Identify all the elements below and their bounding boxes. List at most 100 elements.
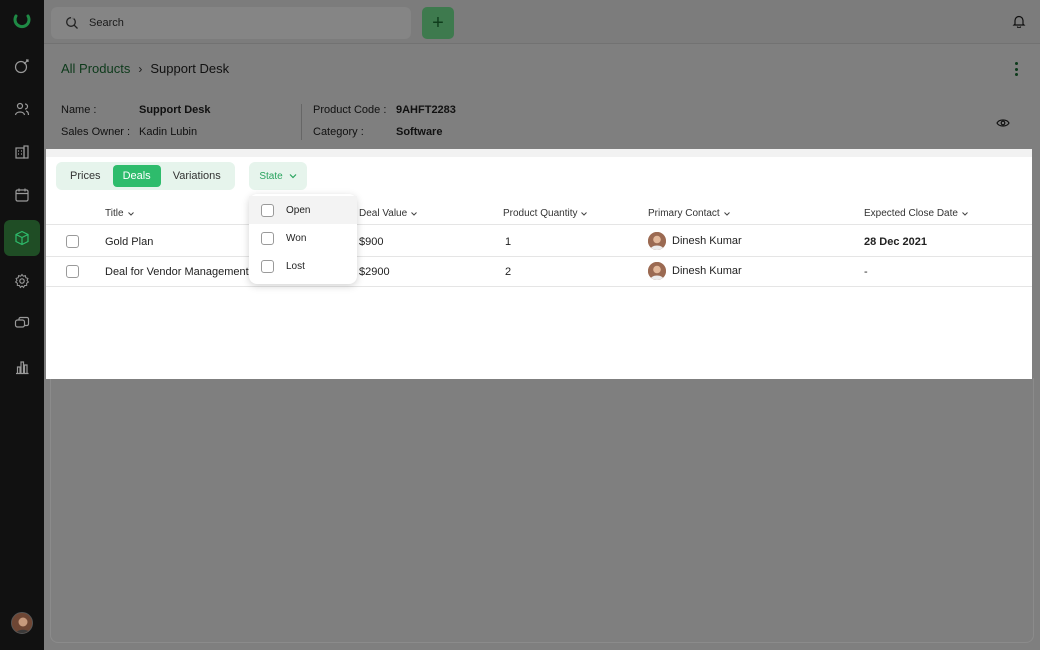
divider — [301, 104, 302, 140]
category-value: Software — [396, 126, 443, 138]
chevron-down-icon — [581, 211, 588, 216]
state-option-open[interactable]: Open — [249, 196, 357, 224]
row-checkbox[interactable] — [66, 235, 79, 248]
building-icon — [15, 145, 29, 159]
contact-name: Dinesh Kumar — [672, 235, 742, 247]
dollar-icon — [14, 59, 29, 74]
plus-icon: + — [432, 11, 444, 34]
cube-icon — [15, 230, 29, 246]
deal-contact[interactable]: Dinesh Kumar — [648, 262, 742, 280]
state-option-lost[interactable]: Lost — [249, 252, 357, 280]
chevron-down-icon — [411, 211, 418, 216]
chevron-down-icon — [962, 211, 968, 216]
eye-icon[interactable] — [996, 116, 1010, 130]
breadcrumb-link-all-products[interactable]: All Products — [61, 61, 130, 76]
option-label: Lost — [286, 260, 305, 272]
gear-icon — [14, 273, 30, 289]
search-input[interactable]: Search — [51, 7, 411, 39]
chat-icon — [14, 316, 30, 328]
info-code: Product Code : 9AHFT2283 — [313, 104, 456, 116]
sidebar — [0, 0, 44, 650]
column-header-primary-contact[interactable]: Primary Contact — [648, 208, 731, 219]
sidebar-item-companies[interactable] — [4, 134, 40, 170]
sidebar-item-messages[interactable] — [4, 306, 40, 342]
avatar-image-icon — [648, 232, 666, 250]
sidebar-item-products[interactable] — [4, 220, 40, 256]
breadcrumb: All Products › Support Desk — [61, 61, 229, 76]
chevron-down-icon — [127, 211, 134, 216]
option-checkbox[interactable] — [261, 203, 274, 217]
contact-name: Dinesh Kumar — [672, 265, 742, 277]
deal-quantity: 2 — [505, 266, 512, 278]
calendar-icon — [15, 188, 29, 202]
sidebar-item-deals[interactable] — [4, 48, 40, 84]
chevron-down-icon — [289, 174, 297, 179]
deal-close-date: - — [864, 266, 868, 278]
search-placeholder: Search — [89, 17, 124, 29]
tab-prices[interactable]: Prices — [60, 165, 111, 187]
deal-value: $900 — [359, 236, 384, 248]
option-label: Won — [286, 232, 307, 244]
search-icon — [66, 16, 78, 29]
column-title-label: Title — [105, 208, 124, 219]
state-dropdown-menu: Open Won Lost — [249, 194, 357, 284]
contacts-icon — [14, 102, 30, 116]
deal-close-date: 28 Dec 2021 — [864, 236, 927, 248]
contact-avatar — [648, 262, 666, 280]
owner-value: Kadin Lubin — [139, 126, 198, 138]
name-label: Name : — [61, 104, 97, 116]
tab-variations[interactable]: Variations — [163, 165, 231, 187]
column-header-product-quantity[interactable]: Product Quantity — [503, 208, 588, 219]
bell-icon[interactable] — [1012, 14, 1026, 28]
add-button[interactable]: + — [422, 7, 454, 39]
more-options-icon[interactable] — [1014, 62, 1018, 76]
column-contact-label: Primary Contact — [648, 208, 720, 219]
owner-label: Sales Owner : — [61, 126, 131, 138]
info-category: Category : Software — [313, 126, 442, 138]
tab-group: Prices Deals Variations — [56, 162, 235, 190]
option-label: Open — [286, 204, 311, 216]
deal-quantity: 1 — [505, 236, 512, 248]
user-avatar[interactable] — [11, 612, 33, 634]
column-quantity-label: Product Quantity — [503, 208, 578, 219]
code-value: 9AHFT2283 — [396, 104, 456, 116]
contact-avatar — [648, 232, 666, 250]
sidebar-item-settings[interactable] — [4, 263, 40, 299]
sidebar-item-contacts[interactable] — [4, 91, 40, 127]
name-value: Support Desk — [139, 104, 211, 116]
deal-title[interactable]: Deal for Vendor Management — [105, 266, 249, 278]
code-label: Product Code : — [313, 104, 387, 116]
info-name: Name : Support Desk — [61, 104, 211, 116]
tab-deals[interactable]: Deals — [112, 165, 161, 187]
chart-icon — [16, 361, 29, 375]
column-header-deal-value[interactable]: Deal Value — [359, 208, 418, 219]
state-option-won[interactable]: Won — [249, 224, 357, 252]
table-row[interactable]: Gold Plan $900 1 Dinesh Kumar 28 Dec 202… — [46, 227, 1032, 257]
state-filter-button[interactable]: State — [249, 162, 307, 190]
table-header: Title Deal Value Product Quantity Primar… — [46, 205, 1032, 225]
chevron-right-icon: › — [138, 61, 143, 76]
top-bar: Search + — [44, 0, 1040, 44]
deal-value: $2900 — [359, 266, 390, 278]
column-header-title[interactable]: Title — [105, 208, 135, 219]
avatar-image-icon — [648, 262, 666, 280]
state-filter-label: State — [259, 170, 283, 182]
sidebar-item-reports[interactable] — [4, 349, 40, 385]
column-close-date-label: Expected Close Date — [864, 208, 958, 219]
avatar-image-icon — [12, 613, 32, 633]
info-owner: Sales Owner : Kadin Lubin — [61, 126, 197, 138]
breadcrumb-current: Support Desk — [150, 61, 230, 76]
deal-title[interactable]: Gold Plan — [105, 236, 153, 248]
option-checkbox[interactable] — [261, 259, 274, 273]
logo-icon — [13, 14, 31, 29]
column-header-close-date[interactable]: Expected Close Date — [864, 208, 969, 219]
sidebar-item-calendar[interactable] — [4, 177, 40, 213]
table-row[interactable]: Deal for Vendor Management $2900 2 Dines… — [46, 257, 1032, 287]
background-panel — [50, 378, 1034, 643]
row-checkbox[interactable] — [66, 265, 79, 278]
deals-card: Prices Deals Variations State Title Deal… — [46, 149, 1032, 379]
chevron-down-icon — [723, 211, 730, 216]
deal-contact[interactable]: Dinesh Kumar — [648, 232, 742, 250]
option-checkbox[interactable] — [261, 231, 274, 245]
category-label: Category : — [313, 126, 364, 138]
